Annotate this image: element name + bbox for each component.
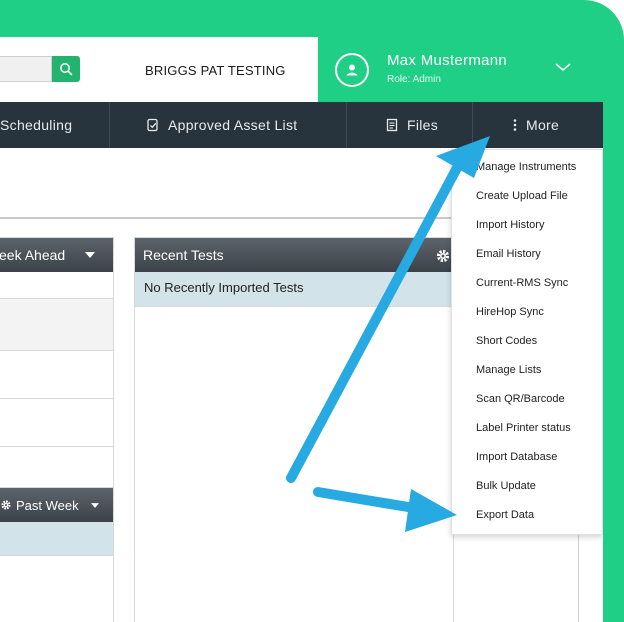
recent-tests-title: Recent Tests — [143, 247, 224, 263]
gear-icon — [1, 500, 11, 510]
header: BRIGGS PAT TESTING Max Mustermann Role: … — [0, 37, 603, 102]
table-row — [0, 399, 113, 447]
app-window: BRIGGS PAT TESTING Max Mustermann Role: … — [0, 37, 603, 622]
table-row — [0, 522, 113, 556]
menu-item-bulk-update[interactable]: Bulk Update — [476, 480, 536, 492]
nav-approved-asset-list[interactable]: Approved Asset List — [146, 102, 346, 148]
gear-icon[interactable] — [435, 248, 451, 264]
user-name: Max Mustermann — [387, 52, 508, 69]
section-divider — [0, 217, 475, 219]
schedule-panel: eek Ahead — [0, 237, 114, 512]
scroll-track — [578, 535, 579, 622]
nav-more[interactable]: More — [512, 102, 602, 148]
avatar — [335, 53, 369, 87]
menu-item-label-printer-status[interactable]: Label Printer status — [476, 422, 571, 434]
menu-item-scan-qr-barcode[interactable]: Scan QR/Barcode — [476, 393, 565, 405]
search-button[interactable] — [52, 56, 80, 82]
more-vertical-icon — [512, 118, 518, 132]
table-row — [0, 351, 113, 399]
recent-tests-panel: Recent Tests No Recently Imported Tests — [134, 237, 454, 622]
menu-item-create-upload-file[interactable]: Create Upload File — [476, 190, 568, 202]
user-menu[interactable]: Max Mustermann Role: Admin — [318, 37, 603, 102]
user-role: Role: Admin — [387, 74, 441, 85]
nav-more-label: More — [526, 117, 560, 133]
past-week-panel: Past Week — [0, 487, 114, 622]
caret-down-icon — [85, 252, 95, 258]
nav-divider — [109, 102, 110, 148]
main-nav: Scheduling Approved Asset List Files Mor… — [0, 102, 603, 148]
schedule-filter-label: eek Ahead — [0, 247, 66, 263]
schedule-filter-dropdown[interactable]: eek Ahead — [0, 238, 113, 272]
approved-list-icon — [146, 118, 160, 132]
table-row — [0, 299, 113, 351]
menu-item-manage-instruments[interactable]: Manage Instruments — [476, 161, 576, 173]
past-week-filter-dropdown[interactable]: Past Week — [0, 488, 113, 522]
menu-item-hirehop-sync[interactable]: HireHop Sync — [476, 306, 544, 318]
nav-approved-asset-list-label: Approved Asset List — [168, 117, 298, 133]
search-icon — [60, 63, 73, 76]
menu-item-email-history[interactable]: Email History — [476, 248, 541, 260]
past-week-filter-label: Past Week — [16, 497, 79, 513]
nav-files[interactable]: Files — [385, 102, 472, 148]
empty-state-text: No Recently Imported Tests — [144, 280, 304, 295]
menu-item-manage-lists[interactable]: Manage Lists — [476, 364, 541, 376]
files-icon — [385, 118, 399, 132]
chevron-down-icon[interactable] — [554, 58, 572, 76]
menu-item-import-history[interactable]: Import History — [476, 219, 544, 231]
user-icon — [346, 64, 358, 76]
nav-files-label: Files — [407, 117, 439, 133]
menu-item-short-codes[interactable]: Short Codes — [476, 335, 537, 347]
table-row — [0, 272, 113, 299]
nav-scheduling[interactable]: Scheduling — [0, 102, 109, 148]
nav-divider — [472, 102, 473, 148]
recent-tests-header: Recent Tests — [135, 238, 453, 272]
more-dropdown-menu: Manage Instruments Create Upload File Im… — [451, 149, 603, 535]
search-input[interactable] — [0, 56, 52, 82]
table-row: No Recently Imported Tests — [135, 272, 453, 307]
nav-scheduling-label: Scheduling — [0, 117, 73, 133]
menu-item-export-data[interactable]: Export Data — [476, 509, 534, 521]
caret-down-icon — [91, 503, 99, 508]
nav-divider — [346, 102, 347, 148]
company-name: BRIGGS PAT TESTING — [145, 63, 286, 78]
menu-item-current-rms-sync[interactable]: Current-RMS Sync — [476, 277, 568, 289]
menu-item-import-database[interactable]: Import Database — [476, 451, 557, 463]
